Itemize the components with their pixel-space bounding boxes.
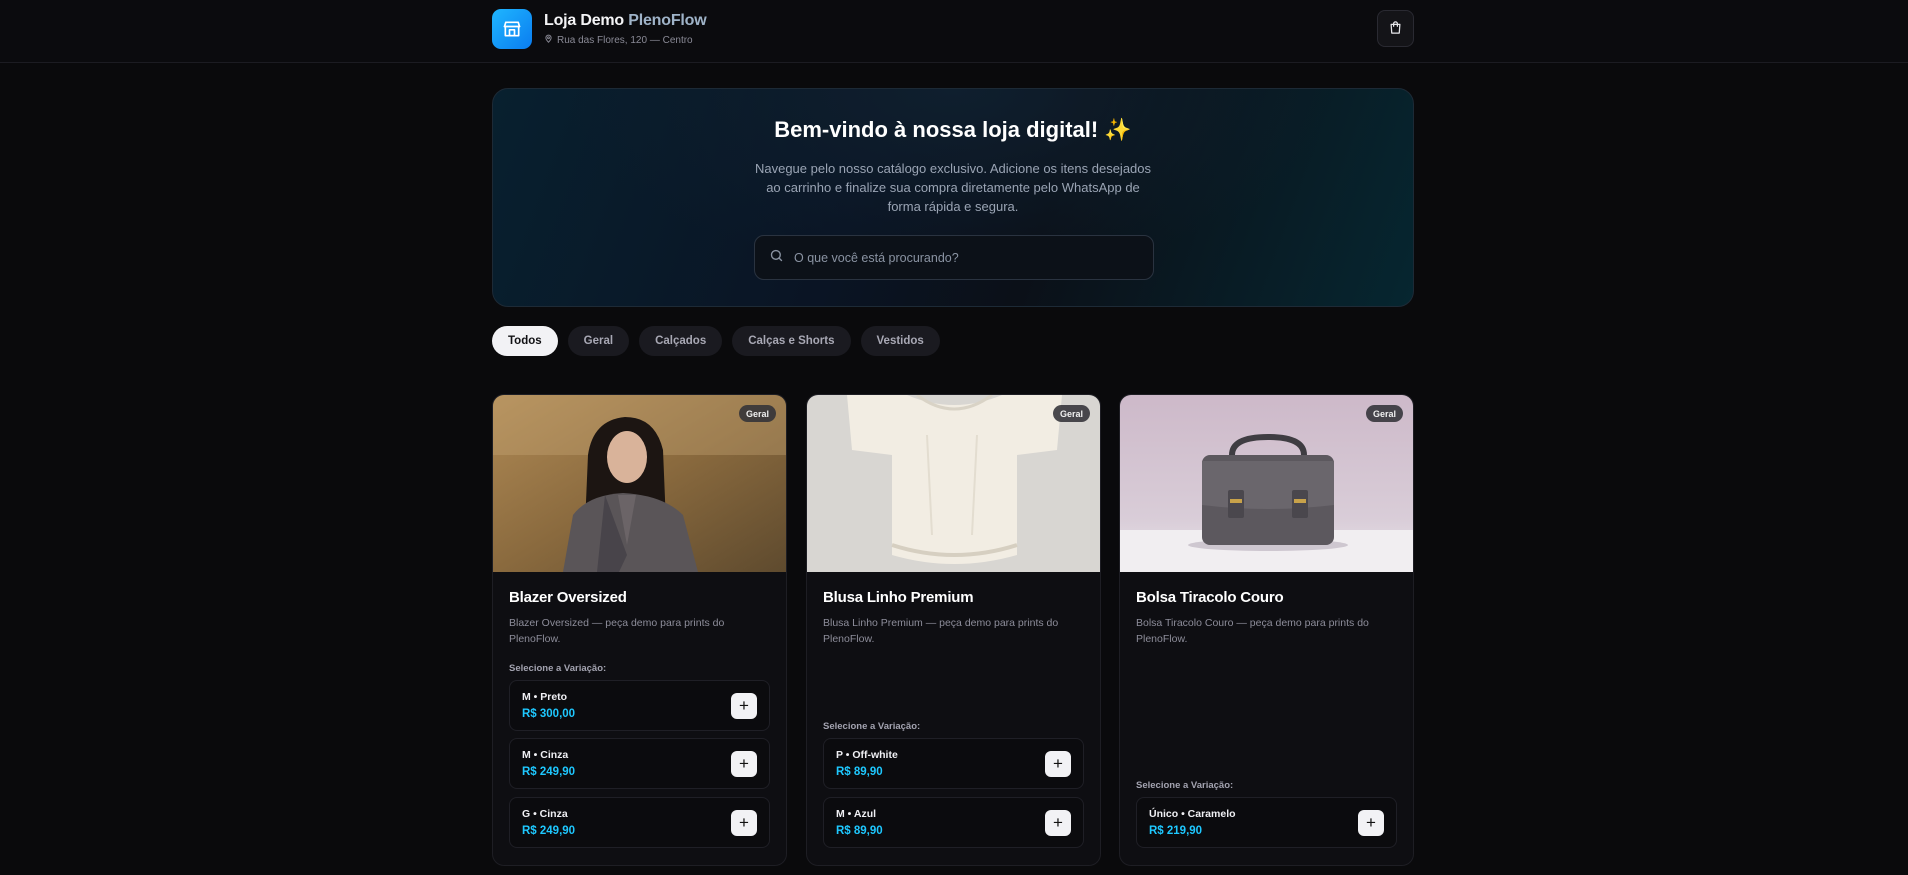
category-badge: Geral: [1365, 405, 1403, 422]
add-to-cart-button[interactable]: +: [1358, 810, 1384, 836]
hero-banner: Bem-vindo à nossa loja digital! ✨ Navegu…: [492, 88, 1414, 307]
product-image[interactable]: Geral: [1120, 395, 1413, 572]
product-title: Blusa Linho Premium: [823, 589, 974, 606]
category-badge: Geral: [738, 405, 776, 422]
variation-label: Selecione a Variação:: [823, 721, 921, 732]
variant-name: M • Azul: [836, 808, 877, 820]
store-name: Loja Demo PlenoFlow: [544, 12, 707, 29]
add-to-cart-button[interactable]: +: [1045, 751, 1071, 777]
cart-button[interactable]: [1377, 10, 1414, 47]
product-title: Blazer Oversized: [509, 589, 627, 606]
variant-name: Único • Caramelo: [1149, 808, 1236, 820]
filter-calcas-e-shorts[interactable]: Calças e Shorts: [732, 326, 851, 356]
variant-option: G • Cinza R$ 249,90 +: [509, 797, 770, 848]
variant-price: R$ 89,90: [836, 766, 883, 778]
product-card: Geral Blazer Oversized Blazer Oversized …: [492, 394, 787, 866]
variant-price: R$ 219,90: [1149, 825, 1203, 837]
variant-price: R$ 249,90: [522, 766, 576, 778]
variant-name: M • Cinza: [522, 749, 569, 761]
add-to-cart-button[interactable]: +: [731, 693, 757, 719]
variant-option: P • Off-white R$ 89,90 +: [823, 738, 1084, 789]
product-description: Blazer Oversized — peça demo para prints…: [509, 617, 725, 645]
map-pin-icon: [544, 34, 553, 46]
product-description: Blusa Linho Premium — peça demo para pri…: [823, 617, 1059, 645]
variant-name: G • Cinza: [522, 808, 568, 820]
plus-icon: +: [739, 754, 749, 773]
hero-title: Bem-vindo à nossa loja digital! ✨: [774, 117, 1132, 142]
hero-description: Navegue pelo nosso catálogo exclusivo. A…: [754, 161, 1152, 214]
plus-icon: +: [1366, 813, 1376, 832]
product-title: Bolsa Tiracolo Couro: [1136, 589, 1284, 606]
variant-price: R$ 300,00: [522, 708, 576, 720]
variant-name: M • Preto: [522, 691, 568, 703]
filter-vestidos[interactable]: Vestidos: [860, 326, 940, 356]
search-input[interactable]: [794, 250, 1124, 265]
product-image[interactable]: Geral: [493, 395, 786, 572]
plus-icon: +: [739, 696, 749, 715]
storefront-icon: [492, 9, 532, 49]
filter-calcados[interactable]: Calçados: [639, 326, 723, 356]
variant-option: M • Cinza R$ 249,90 +: [509, 738, 770, 789]
filter-geral[interactable]: Geral: [567, 326, 630, 356]
add-to-cart-button[interactable]: +: [731, 810, 757, 836]
add-to-cart-button[interactable]: +: [1045, 810, 1071, 836]
category-badge: Geral: [1052, 405, 1090, 422]
search-box[interactable]: [754, 235, 1154, 280]
plus-icon: +: [1053, 754, 1063, 773]
variant-option: Único • Caramelo R$ 219,90 +: [1136, 797, 1397, 848]
variant-option: M • Azul R$ 89,90 +: [823, 797, 1084, 848]
filter-todos[interactable]: Todos: [492, 326, 558, 356]
product-image[interactable]: Geral: [807, 395, 1100, 572]
category-filters: Todos Geral Calçados Calças e Shorts Ves…: [492, 326, 940, 356]
plus-icon: +: [739, 813, 749, 832]
store-address: Rua das Flores, 120 — Centro: [544, 34, 706, 46]
variation-label: Selecione a Variação:: [1136, 780, 1234, 791]
top-bar: [0, 0, 1908, 63]
variant-option: M • Preto R$ 300,00 +: [509, 680, 770, 731]
variation-label: Selecione a Variação:: [509, 663, 607, 674]
sparkle-icon: ✨: [1104, 117, 1132, 142]
variant-price: R$ 89,90: [836, 825, 883, 837]
variant-name: P • Off-white: [836, 749, 898, 761]
product-card: Geral Bolsa Tiracolo Couro Bolsa Tiracol…: [1119, 394, 1414, 866]
add-to-cart-button[interactable]: +: [731, 751, 757, 777]
plus-icon: +: [1053, 813, 1063, 832]
product-card: Geral Blusa Linho Premium Blusa Linho Pr…: [806, 394, 1101, 866]
shopping-bag-icon: [1388, 20, 1403, 38]
product-description: Bolsa Tiracolo Couro — peça demo para pr…: [1136, 617, 1369, 645]
store-brand[interactable]: Loja Demo PlenoFlow Rua das Flores, 120 …: [492, 9, 707, 49]
variant-price: R$ 249,90: [522, 825, 576, 837]
search-icon: [769, 248, 784, 268]
